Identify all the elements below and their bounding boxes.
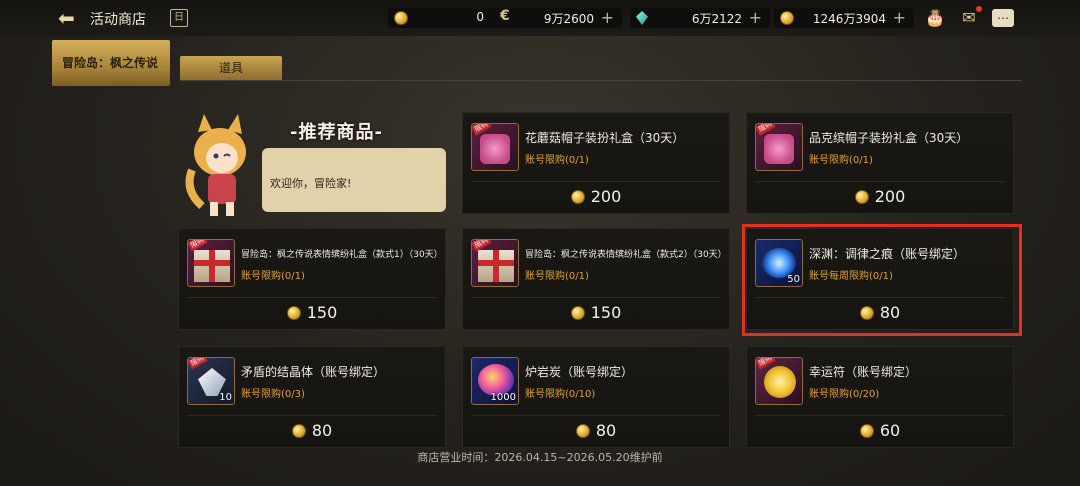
item-limit: 账号限购(0/3)	[241, 389, 305, 400]
gold-coin-icon	[394, 11, 408, 25]
greeting-text: 欢迎你，冒险家!	[270, 177, 352, 190]
lucky-charm-icon	[764, 366, 796, 398]
item-limit: 账号限购(0/1)	[241, 271, 305, 282]
gold-coin-icon	[291, 424, 306, 438]
item-name: 矛盾的结晶体（账号绑定）	[241, 365, 386, 379]
gold-coin-icon	[286, 306, 301, 320]
item-name: 花蘑菇帽子装扮礼盒（30天）	[525, 131, 685, 145]
calendar-icon[interactable]: 日	[170, 9, 188, 27]
gold-coin-icon	[570, 306, 585, 320]
gold-coin-icon	[780, 11, 794, 25]
shop-item-card[interactable]: 限购 冒险岛：枫之传说表情缤纷礼盒（款式2）（30天） 账号限购(0/1) 15…	[462, 228, 730, 330]
item-thumbnail: 限购	[755, 123, 803, 171]
card-divider	[755, 415, 1005, 416]
item-price: 150	[179, 303, 445, 322]
shop-item-card[interactable]: 限购 冒险岛：枫之传说表情缤纷礼盒（款式1）（30天） 账号限购(0/1) 15…	[178, 228, 446, 330]
item-quantity: 1000	[490, 392, 516, 403]
item-price: 60	[747, 421, 1013, 440]
shop-item-card[interactable]: 限购 幸运符（账号绑定） 账号限购(0/20) 60	[746, 346, 1014, 448]
card-divider	[471, 297, 721, 298]
shop-item-card[interactable]: 1000 炉岩炭（账号绑定） 账号限购(0/10) 80	[462, 346, 730, 448]
mail-icon[interactable]: ✉	[958, 6, 982, 27]
card-divider	[187, 297, 437, 298]
item-thumbnail: 限购	[471, 123, 519, 171]
chat-icon[interactable]: ⋯	[992, 9, 1014, 27]
card-divider	[755, 181, 1005, 182]
add-gold-button[interactable]: +	[893, 8, 906, 27]
notification-dot	[976, 6, 982, 12]
item-price: 200	[463, 187, 729, 206]
card-divider	[187, 415, 437, 416]
shop-item-card[interactable]: 限购 花蘑菇帽子装扮礼盒（30天） 账号限购(0/1) 200	[462, 112, 730, 214]
item-price: 80	[179, 421, 445, 440]
item-thumbnail: 限购	[471, 239, 519, 287]
shop-item-card[interactable]: 限购 10 矛盾的结晶体（账号绑定） 账号限购(0/3) 80	[178, 346, 446, 448]
item-limit: 账号限购(0/1)	[525, 155, 589, 166]
item-quantity: 10	[219, 392, 232, 403]
gold-coin-icon	[859, 424, 874, 438]
shop-hours: 商店营业时间：2026.04.15~2026.05.20维护前	[417, 451, 663, 464]
item-limit: 账号限购(0/10)	[525, 389, 596, 400]
item-name: 品克缤帽子装扮礼盒（30天）	[809, 131, 969, 145]
item-limit: 账号限购(0/1)	[525, 271, 589, 282]
gift-box-icon	[194, 250, 230, 282]
cake-icon[interactable]: 🎂	[924, 9, 946, 27]
gold-coin-icon	[575, 424, 590, 438]
card-divider	[471, 415, 721, 416]
item-name: 冒险岛：枫之传说表情缤纷礼盒（款式2）（30天）	[525, 250, 727, 260]
gem-icon	[636, 11, 648, 25]
item-name: 炉岩炭（账号绑定）	[525, 365, 634, 379]
item-thumbnail: 限购	[187, 239, 235, 287]
tab-items[interactable]: 道具	[180, 56, 282, 80]
tab-divider	[180, 80, 1022, 81]
selection-highlight	[742, 224, 1022, 336]
recommend-title: -推荐商品-	[290, 122, 383, 143]
gift-box-icon	[478, 250, 514, 282]
greeting-bubble: 欢迎你，冒险家!	[262, 148, 446, 212]
add-c-coin-button[interactable]: +	[601, 8, 614, 27]
item-name: 冒险岛：枫之传说表情缤纷礼盒（款式1）（30天）	[241, 250, 443, 260]
item-thumbnail: 限购 10	[187, 357, 235, 405]
currency-gem: 6万2122 +	[630, 8, 770, 28]
item-price: 150	[463, 303, 729, 322]
gold-coin-icon	[570, 190, 585, 204]
add-gem-button[interactable]: +	[749, 8, 762, 27]
c-coin-icon: €	[500, 8, 510, 24]
currency-c-coin: € 9万2600 +	[494, 8, 622, 28]
item-price: 80	[463, 421, 729, 440]
mascot-avatar	[185, 114, 246, 216]
item-thumbnail: 1000	[471, 357, 519, 405]
sidebar-tab-maplestory[interactable]: 冒险岛：枫之传说	[52, 40, 170, 86]
limited-badge: 限购	[188, 358, 208, 370]
item-price: 200	[747, 187, 1013, 206]
gold-coin-icon	[854, 190, 869, 204]
card-divider	[471, 181, 721, 182]
page-title: 活动商店	[90, 12, 146, 28]
currency-gold-2: 1246万3904 +	[774, 8, 914, 28]
top-bar: ⬅ 活动商店 日 0 € 9万2600 + 6万2122 + 1246万3904…	[0, 0, 1080, 36]
hat-box-icon	[764, 134, 794, 164]
hat-box-icon	[480, 134, 510, 164]
item-thumbnail: 限购	[755, 357, 803, 405]
item-limit: 账号限购(0/1)	[809, 155, 873, 166]
back-arrow-icon[interactable]: ⬅	[58, 8, 82, 28]
item-name: 幸运符（账号绑定）	[809, 365, 918, 379]
item-limit: 账号限购(0/20)	[809, 389, 880, 400]
shop-item-card[interactable]: 限购 品克缤帽子装扮礼盒（30天） 账号限购(0/1) 200	[746, 112, 1014, 214]
currency-gold-1: 0	[388, 8, 498, 28]
